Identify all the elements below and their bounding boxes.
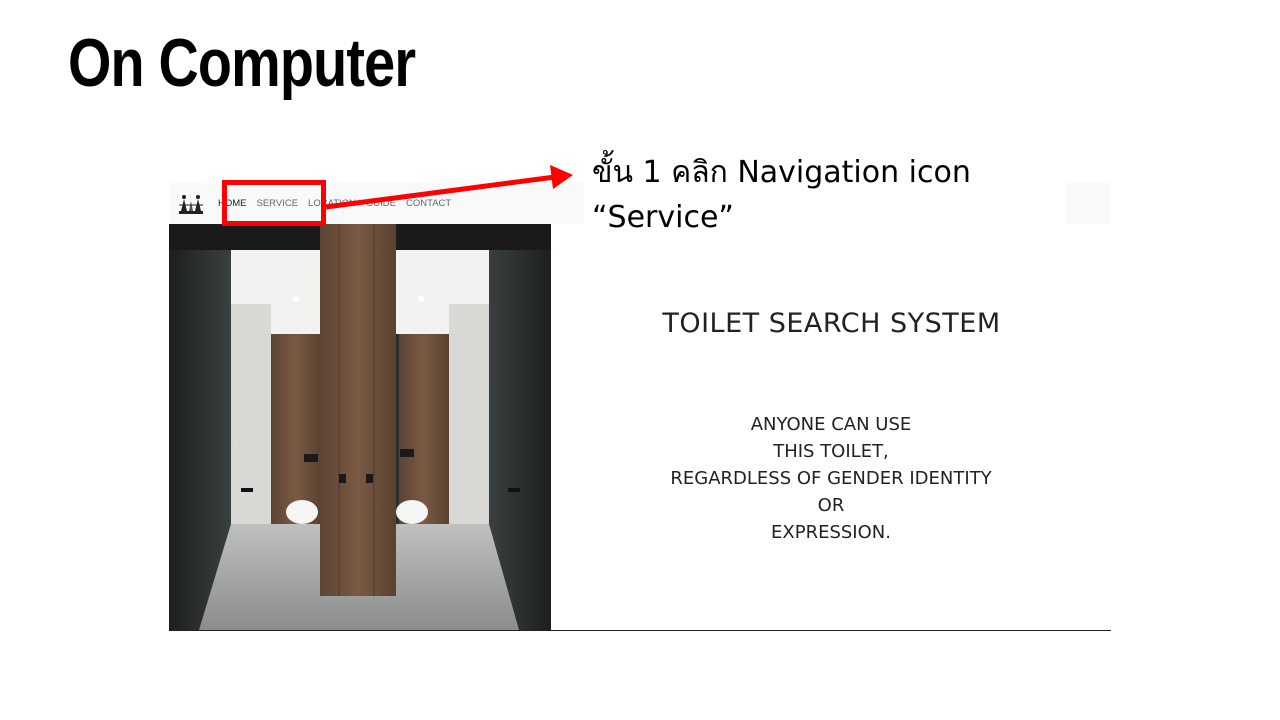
instruction-target: “Service” (592, 200, 734, 235)
instruction-annotation: ขั้น 1 คลิก Navigation icon “Service” (592, 150, 1012, 240)
instruction-step: ขั้น 1 คลิก Navigation icon (592, 155, 971, 190)
annotation-arrow-icon (325, 165, 573, 210)
